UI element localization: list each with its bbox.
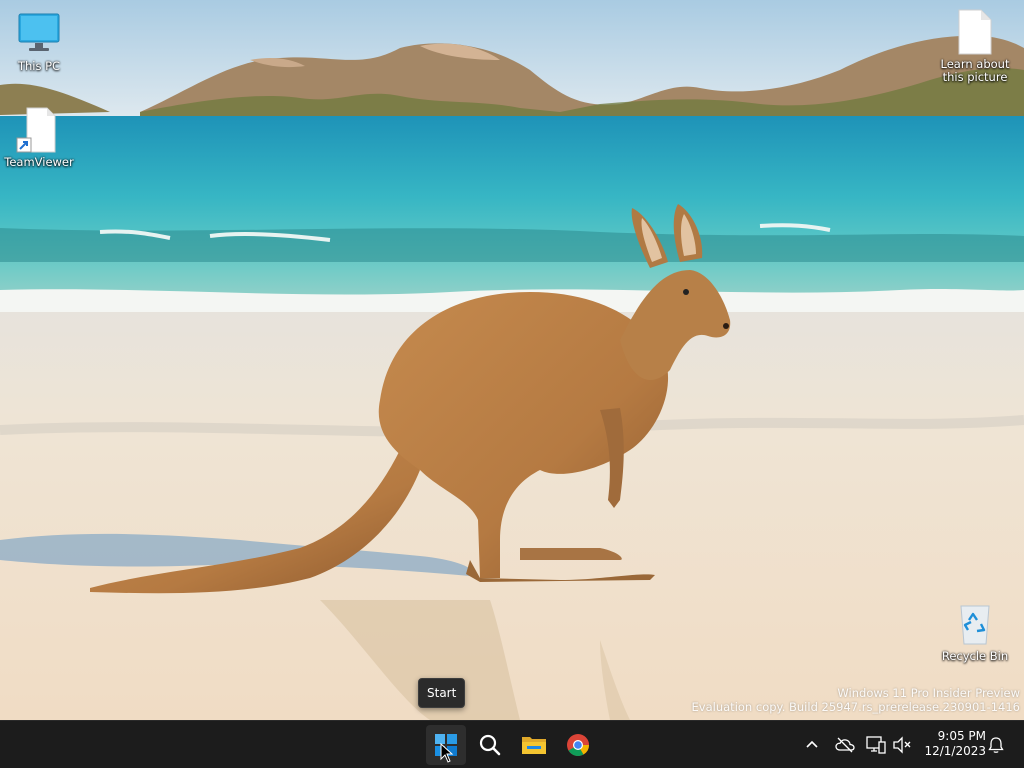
desktop[interactable]: This PC TeamViewer Learn about this pict… bbox=[0, 0, 1024, 720]
search-icon bbox=[479, 734, 501, 756]
watermark-line1: Windows 11 Pro Insider Preview bbox=[837, 686, 1020, 700]
show-hidden-icons-button[interactable] bbox=[798, 731, 826, 759]
cloud-off-icon bbox=[835, 737, 855, 753]
network-icon bbox=[866, 736, 886, 754]
watermark-line2: Evaluation copy. Build 25947.rs_prerelea… bbox=[691, 700, 1020, 714]
mouse-cursor-icon bbox=[440, 743, 454, 763]
start-tooltip: Start bbox=[418, 678, 466, 708]
volume-button[interactable] bbox=[888, 731, 916, 759]
volume-muted-icon bbox=[893, 736, 911, 754]
search-button[interactable] bbox=[470, 725, 510, 765]
document-icon bbox=[951, 8, 999, 56]
teamviewer-label: TeamViewer bbox=[4, 155, 74, 169]
recycle-bin-label: Recycle Bin bbox=[941, 649, 1009, 663]
clock[interactable]: 9:05 PM 12/1/2023 bbox=[916, 729, 986, 759]
start-button[interactable] bbox=[426, 725, 466, 765]
learn-about-picture-desktop-icon[interactable]: Learn about this picture bbox=[937, 8, 1013, 84]
clock-date: 12/1/2023 bbox=[924, 744, 986, 758]
chrome-icon bbox=[567, 734, 589, 756]
this-pc-label: This PC bbox=[17, 59, 61, 73]
teamviewer-desktop-icon[interactable]: TeamViewer bbox=[1, 106, 77, 169]
file-explorer-icon bbox=[522, 737, 546, 754]
learn-about-label-line2: this picture bbox=[942, 70, 1008, 84]
evaluation-watermark: Windows 11 Pro Insider Preview Evaluatio… bbox=[692, 686, 1020, 714]
notification-bell-icon bbox=[988, 737, 1004, 753]
chevron-up-icon bbox=[806, 740, 818, 748]
notifications-button[interactable] bbox=[982, 731, 1010, 759]
network-button[interactable] bbox=[862, 731, 890, 759]
chrome-button[interactable] bbox=[558, 725, 598, 765]
document-shortcut-icon bbox=[15, 106, 63, 154]
this-pc-desktop-icon[interactable]: This PC bbox=[1, 10, 77, 73]
wallpaper-kangaroo-beach bbox=[0, 0, 1024, 720]
file-explorer-button[interactable] bbox=[514, 725, 554, 765]
onedrive-button[interactable] bbox=[831, 731, 859, 759]
clock-time: 9:05 PM bbox=[937, 729, 986, 743]
taskbar: 9:05 PM 12/1/2023 bbox=[0, 720, 1024, 768]
recycle-bin-desktop-icon[interactable]: Recycle Bin bbox=[937, 600, 1013, 663]
monitor-icon bbox=[15, 10, 63, 58]
recycle-bin-icon bbox=[951, 600, 999, 648]
